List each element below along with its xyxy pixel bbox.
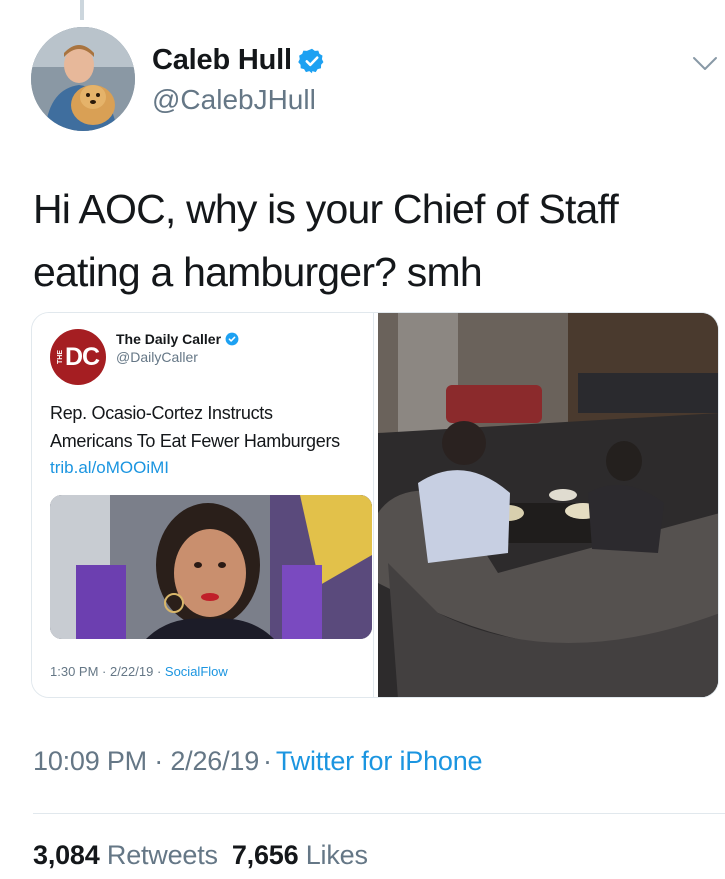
tweet-text-line-2: eating a hamburger? smh xyxy=(33,249,483,295)
quoted-text-line-2: Americans To Eat Fewer Hamburgers xyxy=(50,431,340,451)
tweet-timestamp[interactable]: 10:09 PM · 2/26/19 xyxy=(33,746,259,776)
tweet-text: Hi AOC, why is your Chief of Staff eatin… xyxy=(33,178,693,304)
quoted-author-name-row: The Daily Caller xyxy=(116,331,239,347)
retweets-label: Retweets xyxy=(106,840,218,870)
author-display-name[interactable]: Caleb Hull xyxy=(152,44,292,77)
stats-divider xyxy=(33,813,725,814)
retweets-count: 3,084 xyxy=(33,840,100,870)
quoted-tweet-meta: 1:30 PM · 2/22/19 · SocialFlow xyxy=(50,664,228,679)
tweet-text-line-1: Hi AOC, why is your Chief of Staff xyxy=(33,186,619,232)
timestamp-separator: · xyxy=(263,746,272,776)
quoted-article-photo xyxy=(50,495,372,639)
retweets-stat[interactable]: 3,084 Retweets xyxy=(33,840,218,870)
tweet-client-link[interactable]: Twitter for iPhone xyxy=(276,746,483,776)
quoted-source: SocialFlow xyxy=(164,664,228,679)
daily-caller-logo: THE DC xyxy=(50,329,106,385)
author-avatar[interactable] xyxy=(31,27,135,131)
tweet-timestamp-row: 10:09 PM · 2/26/19 · Twitter for iPhone xyxy=(33,746,483,777)
quoted-timestamp: 1:30 PM · 2/22/19 · xyxy=(50,664,165,679)
quoted-author-handle: @DailyCaller xyxy=(116,349,198,365)
verified-badge-icon xyxy=(298,47,326,75)
chevron-down-icon[interactable] xyxy=(692,56,718,72)
likes-label: Likes xyxy=(305,840,368,870)
tweet-media: THE DC The Daily Caller @DailyCaller Rep… xyxy=(31,312,719,698)
quoted-verified-badge-icon xyxy=(225,332,239,346)
likes-count: 7,656 xyxy=(231,840,299,870)
author-handle[interactable]: @CalebJHull xyxy=(152,84,316,116)
avatar-photo-icon xyxy=(31,27,135,131)
quoted-author-name: The Daily Caller xyxy=(116,331,222,347)
restaurant-photo[interactable] xyxy=(378,313,718,697)
quoted-tweet-image[interactable]: THE DC The Daily Caller @DailyCaller Rep… xyxy=(32,313,374,697)
tweet-stats-row: 3,084 Retweets 7,656 Likes xyxy=(33,840,368,871)
author-name-row[interactable]: Caleb Hull xyxy=(152,44,326,77)
quoted-tweet-text: Rep. Ocasio-Cortez Instructs Americans T… xyxy=(50,399,380,455)
quoted-text-line-1: Rep. Ocasio-Cortez Instructs xyxy=(50,403,273,423)
likes-stat[interactable]: 7,656 Likes xyxy=(232,840,368,870)
thread-connector-line xyxy=(80,0,84,20)
quoted-link: trib.al/oMOOiMI xyxy=(50,458,170,477)
